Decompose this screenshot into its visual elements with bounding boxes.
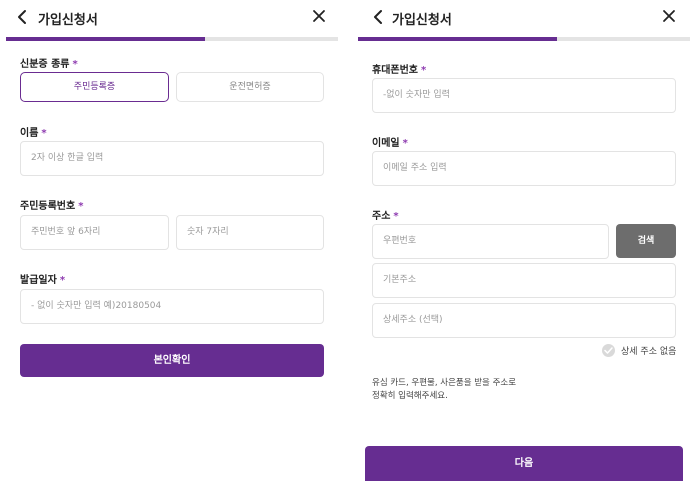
address-search-button[interactable]: 검색 (616, 224, 676, 258)
address-label: 주소 * (372, 207, 399, 222)
header: 가입신청서 (356, 0, 700, 36)
verify-identity-button[interactable]: 본인확인 (20, 344, 324, 377)
close-icon (663, 10, 675, 22)
issue-date-input[interactable]: - 없이 숫자만 입력 예)20180504 (20, 289, 324, 324)
check-circle-icon (602, 344, 615, 357)
chevron-left-icon (18, 10, 26, 24)
email-input[interactable]: 이메일 주소 입력 (372, 151, 676, 186)
progress-bar-fill (358, 37, 558, 41)
email-label: 이메일 * (372, 134, 408, 149)
zipcode-input[interactable]: 우편번호 (372, 224, 609, 259)
no-detail-address-checkbox[interactable]: 상세 주소 없음 (602, 344, 676, 357)
required-mark: * (393, 211, 399, 222)
phone-label: 휴대폰번호 * (372, 61, 426, 76)
no-detail-address-label: 상세 주소 없음 (621, 347, 677, 357)
issue-date-label-text: 발급일자 (20, 275, 57, 286)
close-button[interactable] (310, 7, 328, 25)
name-label-text: 이름 (20, 128, 39, 139)
id-type-label: 신분증 종류 * (20, 55, 78, 70)
back-button[interactable] (14, 8, 32, 26)
signup-form-step-contact: 가입신청서 휴대폰번호 * -없이 숫자만 입력 이메일 * 이메일 주소 입력 주… (356, 0, 700, 481)
required-mark: * (402, 138, 408, 149)
phone-input[interactable]: -없이 숫자만 입력 (372, 78, 676, 113)
required-mark: * (72, 59, 78, 70)
issue-date-label: 발급일자 * (20, 271, 65, 286)
progress-bar-fill (6, 37, 206, 41)
page-title: 가입신청서 (38, 13, 98, 28)
address-notice-line: 정확히 입력해주세요. (372, 391, 448, 401)
address-notice-line: 유심 카드, 우편물, 사은품을 받을 주소로 (372, 378, 517, 388)
id-type-option-drivers-license[interactable]: 운전면허증 (176, 72, 324, 102)
base-address-input[interactable]: 기본주소 (372, 263, 676, 298)
required-mark: * (41, 128, 47, 139)
progress-bar (358, 37, 690, 41)
address-label-text: 주소 (372, 211, 391, 222)
chevron-left-icon (374, 10, 382, 24)
back-button[interactable] (370, 8, 388, 26)
rrn-front-input[interactable]: 주민번호 앞 6자리 (20, 215, 169, 250)
required-mark: * (59, 275, 66, 286)
rrn-back-input[interactable]: 숫자 7자리 (176, 215, 324, 250)
page-title: 가입신청서 (392, 13, 452, 28)
detail-address-input[interactable]: 상세주소 (선택) (372, 303, 676, 338)
required-mark: * (78, 201, 84, 212)
rrn-label-text: 주민등록번호 (20, 201, 76, 212)
close-button[interactable] (660, 7, 678, 25)
id-type-option-resident-card[interactable]: 주민등록증 (20, 72, 169, 102)
address-notice: 유심 카드, 우편물, 사은품을 받을 주소로 정확히 입력해주세요. (372, 377, 516, 403)
close-icon (313, 10, 325, 22)
required-mark: * (421, 65, 427, 76)
id-type-label-text: 신분증 종류 (20, 59, 70, 70)
name-label: 이름 * (20, 124, 47, 139)
phone-label-text: 휴대폰번호 (372, 65, 418, 76)
signup-form-step-identity: 가입신청서 신분증 종류 * 주민등록증 운전면허증 이름 * 2자 이상 한글 입… (0, 0, 338, 481)
next-button[interactable]: 다음 (365, 446, 683, 481)
progress-bar (6, 37, 338, 41)
header: 가입신청서 (0, 0, 338, 36)
email-label-text: 이메일 (372, 138, 400, 149)
name-input[interactable]: 2자 이상 한글 입력 (20, 141, 324, 176)
rrn-label: 주민등록번호 * (20, 197, 83, 212)
